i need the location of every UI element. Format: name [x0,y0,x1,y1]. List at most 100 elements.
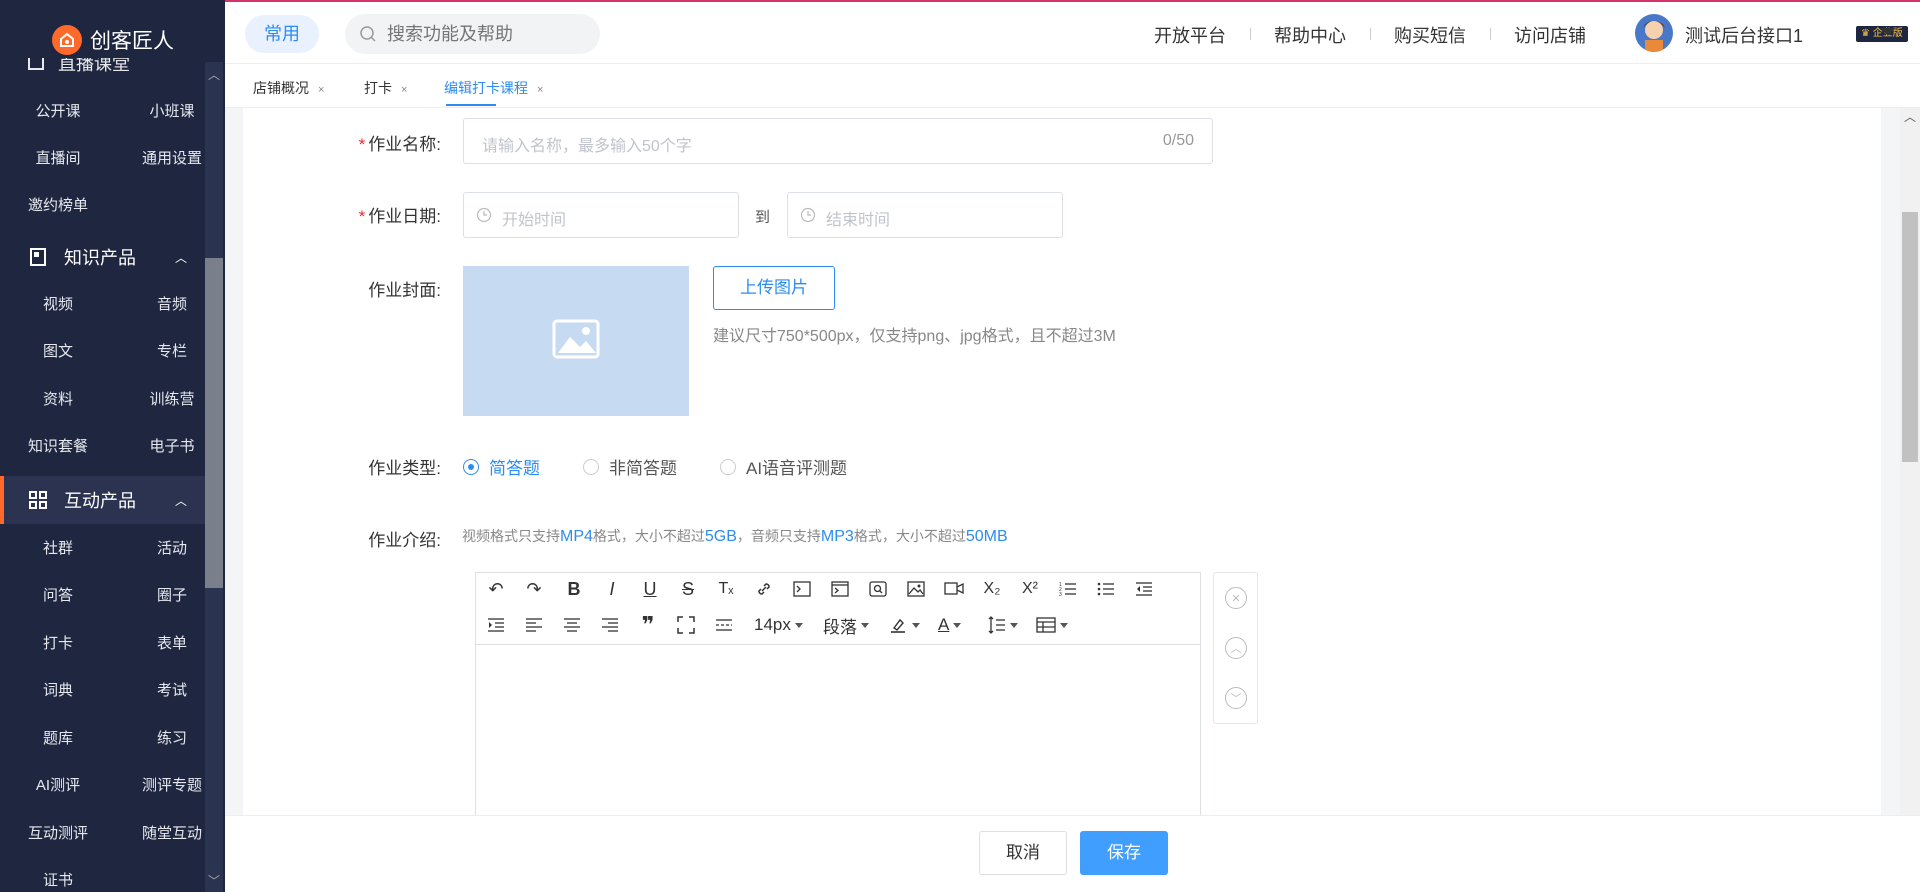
intro-label: 作业介绍: [368,531,441,550]
fullscreen-icon[interactable] [672,611,700,639]
paragraph-select[interactable]: 段落 [823,611,869,639]
search-replace-icon[interactable] [864,575,892,603]
common-chip[interactable]: 常用 [245,15,319,53]
sidebar-item[interactable]: 词典 [8,679,108,700]
sidebar-item[interactable]: 打卡 [8,632,108,653]
close-icon[interactable]: × [401,84,407,96]
sidebar-item[interactable]: 直播间 [8,147,108,168]
scroll-up-icon[interactable]: ︿ [205,66,223,84]
delete-circle-icon[interactable]: ✕ [1225,587,1247,609]
align-left-icon[interactable] [520,611,548,639]
rich-text-editor: ↶ ↷ B I U S Tₓ X₂ X² 123 ❞ 14px 段落 A [475,572,1201,816]
cover-hint: 建议尺寸750*500px，仅支持png、jpg格式，且不超过3M [713,328,1116,345]
redo-icon[interactable]: ↷ [520,575,548,603]
radio-ai-voice[interactable]: AI语音评测题 [720,454,847,479]
radio-checked-icon [463,458,479,475]
subscript-icon[interactable]: X₂ [978,575,1006,603]
search-input[interactable] [385,14,585,54]
sidebar-item[interactable]: 知识套餐 [8,435,108,456]
bullet-list-icon[interactable] [1092,575,1120,603]
end-date-picker[interactable]: 结束时间 [787,192,1063,238]
nav-open-platform[interactable]: 开放平台 [1154,22,1226,48]
form-panel: * 作业名称: 请输入名称，最多输入50个字 0/50 * 作业日期: 开始时间 到… [243,108,1881,816]
upload-image-button[interactable]: 上传图片 [713,266,835,310]
radio-non-short-answer[interactable]: 非简答题 [583,454,677,479]
main-scroll-thumb[interactable] [1902,212,1918,462]
sidebar-item[interactable]: 问答 [8,584,108,605]
sidebar-section-interact[interactable]: 互动产品 ︿ [0,476,205,524]
strikethrough-icon[interactable]: S [674,575,702,603]
sidebar-item[interactable]: 图文 [8,340,108,361]
close-icon[interactable]: × [537,84,543,96]
save-button[interactable]: 保存 [1080,831,1168,875]
caret-down-icon[interactable] [1881,28,1895,36]
sidebar-item[interactable]: 视频 [8,293,108,314]
scroll-down-icon[interactable]: ﹀ [205,872,223,890]
move-down-circle-icon[interactable]: ﹀ [1225,687,1247,709]
scroll-up-icon[interactable]: ︿ [1901,108,1919,126]
sidebar-item[interactable]: 邀约榜单 [8,194,108,215]
align-right-icon[interactable] [596,611,624,639]
code-block-icon[interactable] [826,575,854,603]
tab-edit-checkin-course[interactable]: 编辑打卡课程 × [444,78,543,98]
font-color-select[interactable]: A [938,611,962,639]
char-counter: 0/50 [1162,132,1194,149]
sidebar-item[interactable]: 资料 [8,388,108,409]
outdent-icon[interactable] [1130,575,1158,603]
name-input[interactable]: 请输入名称，最多输入50个字 0/50 [463,118,1213,164]
cover-preview[interactable] [463,266,689,416]
user-name[interactable]: 测试后台接口1 [1685,22,1803,48]
nav-divider [1490,28,1491,40]
link-icon[interactable] [750,575,778,603]
underline-icon[interactable]: U [636,575,664,603]
sidebar-item[interactable]: 证书 [8,869,108,890]
radio-short-answer[interactable]: 简答题 [463,454,540,479]
dropdown-arrow-icon [912,622,920,628]
clock-icon [476,207,492,228]
code-icon[interactable] [788,575,816,603]
sidebar-section-knowledge[interactable]: 知识产品 ︿ [0,233,205,281]
quote-icon[interactable]: ❞ [634,611,662,639]
nav-visit-store[interactable]: 访问店铺 [1514,22,1586,48]
sidebar-item[interactable]: 互动测评 [8,822,108,843]
sidebar-item[interactable]: AI测评 [8,774,108,795]
search-icon [359,25,377,48]
undo-icon[interactable]: ↶ [482,575,510,603]
close-icon[interactable]: × [318,84,324,96]
superscript-icon[interactable]: X² [1016,575,1044,603]
radio-icon [720,458,736,475]
chevron-up-icon: ︿ [174,250,187,265]
highlight-color-select[interactable] [888,611,920,639]
avatar[interactable] [1635,14,1673,52]
font-size-select[interactable]: 14px [754,611,803,639]
indent-icon[interactable] [482,611,510,639]
sidebar-item[interactable]: 公开课 [8,100,108,121]
image-icon[interactable] [902,575,930,603]
move-up-circle-icon[interactable]: ︿ [1225,637,1247,659]
video-icon[interactable] [940,575,968,603]
chevron-up-icon: ︿ [174,493,187,508]
nav-buy-sms[interactable]: 购买短信 [1394,22,1466,48]
app-logo[interactable]: 创客匠人 [52,24,174,56]
clear-format-icon[interactable]: Tₓ [712,575,740,603]
divider-icon[interactable] [710,611,738,639]
name-placeholder: 请输入名称，最多输入50个字 [482,138,692,155]
tab-store-overview[interactable]: 店铺概况 × [253,78,324,98]
nav-help-center[interactable]: 帮助中心 [1274,22,1346,48]
bold-icon[interactable]: B [560,575,588,603]
sidebar-item[interactable]: 题库 [8,727,108,748]
search-box[interactable] [345,14,600,54]
line-height-select[interactable] [986,611,1018,639]
tab-checkin[interactable]: 打卡 × [364,78,407,98]
start-date-picker[interactable]: 开始时间 [463,192,739,238]
cancel-button[interactable]: 取消 [979,831,1067,875]
svg-text:3: 3 [1059,592,1062,597]
ordered-list-icon[interactable]: 123 [1054,575,1082,603]
align-center-icon[interactable] [558,611,586,639]
sidebar-scroll-thumb[interactable] [205,258,223,588]
editor-content-area[interactable] [476,646,1200,816]
table-select[interactable] [1036,611,1068,639]
sidebar-item[interactable]: 社群 [8,537,108,558]
required-mark: * [358,207,366,226]
italic-icon[interactable]: I [598,575,626,603]
